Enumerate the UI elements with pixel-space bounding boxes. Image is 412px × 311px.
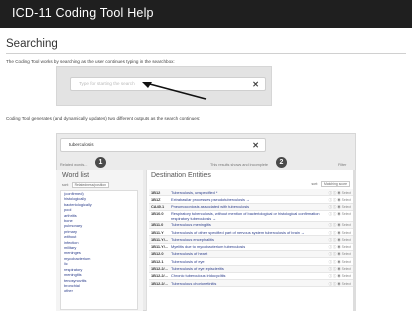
entity-name[interactable]: Tuberculosis of eye episcleritis: [171, 266, 321, 271]
pointer-arrow-icon: [142, 82, 207, 100]
outputs-paragraph: Coding Tool generates (and dynamically u…: [6, 116, 201, 121]
search-input[interactable]: tuberculosis ✕: [60, 138, 266, 152]
entities-sort-label: sort:: [311, 182, 319, 186]
entity-actions[interactable]: ⓘ ⓘ ◉ Select: [329, 282, 351, 286]
entity-actions[interactable]: ⓘ ⓘ ◉ Select: [329, 267, 351, 271]
entity-code: 1B12.1: [151, 258, 164, 264]
entity-actions[interactable]: ⓘ ⓘ ◉ Select: [329, 252, 351, 256]
entities-sort-select[interactable]: Matching score: [321, 181, 350, 187]
entity-name[interactable]: Respiratory tuberculosis, without mentio…: [171, 212, 321, 221]
entity-name[interactable]: Tuberculosis, unspecified *: [171, 190, 321, 195]
filter-link[interactable]: Filter: [338, 163, 346, 167]
intro-paragraph: The Coding Tool works by searching as th…: [6, 59, 175, 64]
title-divider: [6, 53, 406, 54]
entity-code: 1B1Z: [151, 196, 161, 202]
entity-row[interactable]: 1B12.2/... Tuberculosis of eye episclerit…: [149, 265, 355, 273]
entity-name[interactable]: Chronic tuberculous iridocyclitis: [171, 274, 321, 278]
entity-row[interactable]: 1B11.Y/... Tuberculous encephalitis ⓘ ⓘ ◉ …: [149, 236, 355, 244]
entity-name[interactable]: Pneumoconiosis associated with tuberculo…: [171, 204, 321, 209]
entity-code: 1B11.Y/...: [151, 244, 169, 250]
entity-name[interactable]: Myelitis due to mycobacterium tuberculos…: [171, 244, 321, 249]
entity-code: 1B11.0: [151, 222, 164, 228]
page-title: Searching: [6, 38, 58, 50]
word-list-heading: Word list: [62, 172, 90, 179]
entity-actions[interactable]: ⓘ ⓘ ◉ Select: [329, 238, 351, 242]
app-header: ICD-11 Coding Tool Help: [0, 0, 412, 28]
entity-row[interactable]: 1B12.1 Tuberculosis of eye ⓘ ⓘ ◉ Select: [149, 258, 355, 266]
entity-row[interactable]: 1B10.0 Respiratory tuberculosis, without …: [149, 211, 355, 222]
word-list-panel: Word list sort: Relatedness/position (co…: [56, 170, 143, 311]
entities-scrollbar[interactable]: [353, 170, 356, 311]
entity-name[interactable]: Tuberculosis of heart: [171, 252, 321, 256]
app-title: ICD-11 Coding Tool Help: [12, 6, 154, 20]
search-value: tuberculosis: [69, 142, 94, 147]
entity-code: 1B12.2/...: [151, 273, 168, 279]
entity-actions[interactable]: ⓘ ⓘ ◉ Select: [329, 274, 351, 278]
entity-code: 1B11.Y: [151, 229, 164, 235]
entity-row[interactable]: 1B12.0 Tuberculosis of heart ⓘ ⓘ ◉ Select: [149, 250, 355, 259]
entity-actions[interactable]: ⓘ ⓘ ◉ Select: [329, 205, 351, 209]
callout-badge-2: 2: [276, 157, 287, 168]
callout-badge-1: 1: [95, 157, 106, 168]
entity-row[interactable]: 1B12.2/... Tuberculous chorioretinitis ⓘ ⓘ…: [149, 280, 355, 288]
results-note-label: This results shows and incomplete: [210, 163, 269, 167]
entity-row[interactable]: CA40.1 Pneumoconiosis associated with tub…: [149, 203, 355, 211]
entity-code: CA40.1: [151, 204, 165, 210]
related-words-label: Related words...: [60, 163, 88, 167]
entity-row[interactable]: 1B12.2/... Chronic tuberculous iridocycli…: [149, 273, 355, 281]
entity-name[interactable]: Tuberculous chorioretinitis: [171, 281, 321, 286]
word-list: (confirmed) histologically bacteriological…: [60, 190, 138, 310]
clear-icon[interactable]: ✕: [252, 80, 259, 89]
word-list-sort: sort: Relatedness/position: [62, 182, 110, 188]
entity-row[interactable]: 1B1Z Extrabasilar processes pseudotubercu…: [149, 196, 355, 204]
entity-name[interactable]: Tuberculous encephalitis: [171, 237, 321, 242]
entity-code: 1B12: [151, 189, 161, 195]
search-placeholder: Type for starting the search: [79, 81, 135, 86]
entity-code: 1B12.2/...: [151, 266, 168, 272]
destination-entities-panel: Destination Entities sort: Matching scor…: [146, 170, 356, 311]
entity-name[interactable]: Tuberculosis of other specified part of …: [171, 230, 321, 235]
entities-list: 1B12 Tuberculosis, unspecified * ⓘ ⓘ ◉ Sel…: [149, 189, 355, 288]
entities-heading: Destination Entities: [151, 172, 211, 179]
entity-row[interactable]: 1B12 Tuberculosis, unspecified * ⓘ ⓘ ◉ Sel…: [149, 189, 355, 197]
entity-row[interactable]: 1B11.Y/... Myelitis due to mycobacterium …: [149, 244, 355, 251]
entity-actions[interactable]: ⓘ ⓘ ◉ Select: [329, 212, 351, 216]
entity-actions[interactable]: ⓘ ⓘ ◉ Select: [329, 260, 351, 264]
entity-row[interactable]: 1B11.Y Tuberculosis of other specified pa…: [149, 229, 355, 237]
entity-code: 1B11.Y/...: [151, 236, 169, 242]
entity-name[interactable]: Tuberculous meningitis: [171, 223, 321, 227]
entity-name[interactable]: Extrabasilar processes pseudotuberculosi…: [171, 197, 321, 202]
entity-actions[interactable]: ⓘ ⓘ ◉ Select: [329, 223, 351, 227]
word-sort-select[interactable]: Relatedness/position: [71, 182, 110, 188]
word-sort-label: sort:: [62, 183, 69, 187]
entity-code: 1B12.0: [151, 251, 164, 257]
word-list-item[interactable]: other: [61, 288, 137, 293]
entity-code: 1B12.2/...: [151, 280, 168, 286]
clear-icon[interactable]: ✕: [252, 141, 259, 150]
entity-actions[interactable]: ⓘ ⓘ ◉ Select: [329, 231, 351, 235]
entity-name[interactable]: Tuberculosis of eye: [171, 259, 321, 264]
entity-actions[interactable]: ⓘ ⓘ ◉ Select: [329, 198, 351, 202]
entity-row[interactable]: 1B11.0 Tuberculous meningitis ⓘ ⓘ ◉ Select: [149, 221, 355, 230]
entities-sort: sort: Matching score: [311, 181, 350, 187]
entity-actions[interactable]: ⓘ ⓘ ◉ Select: [329, 191, 351, 195]
entity-code: 1B10.0: [151, 211, 164, 217]
entity-actions[interactable]: ⓘ ⓘ ◉ Select: [329, 245, 351, 249]
